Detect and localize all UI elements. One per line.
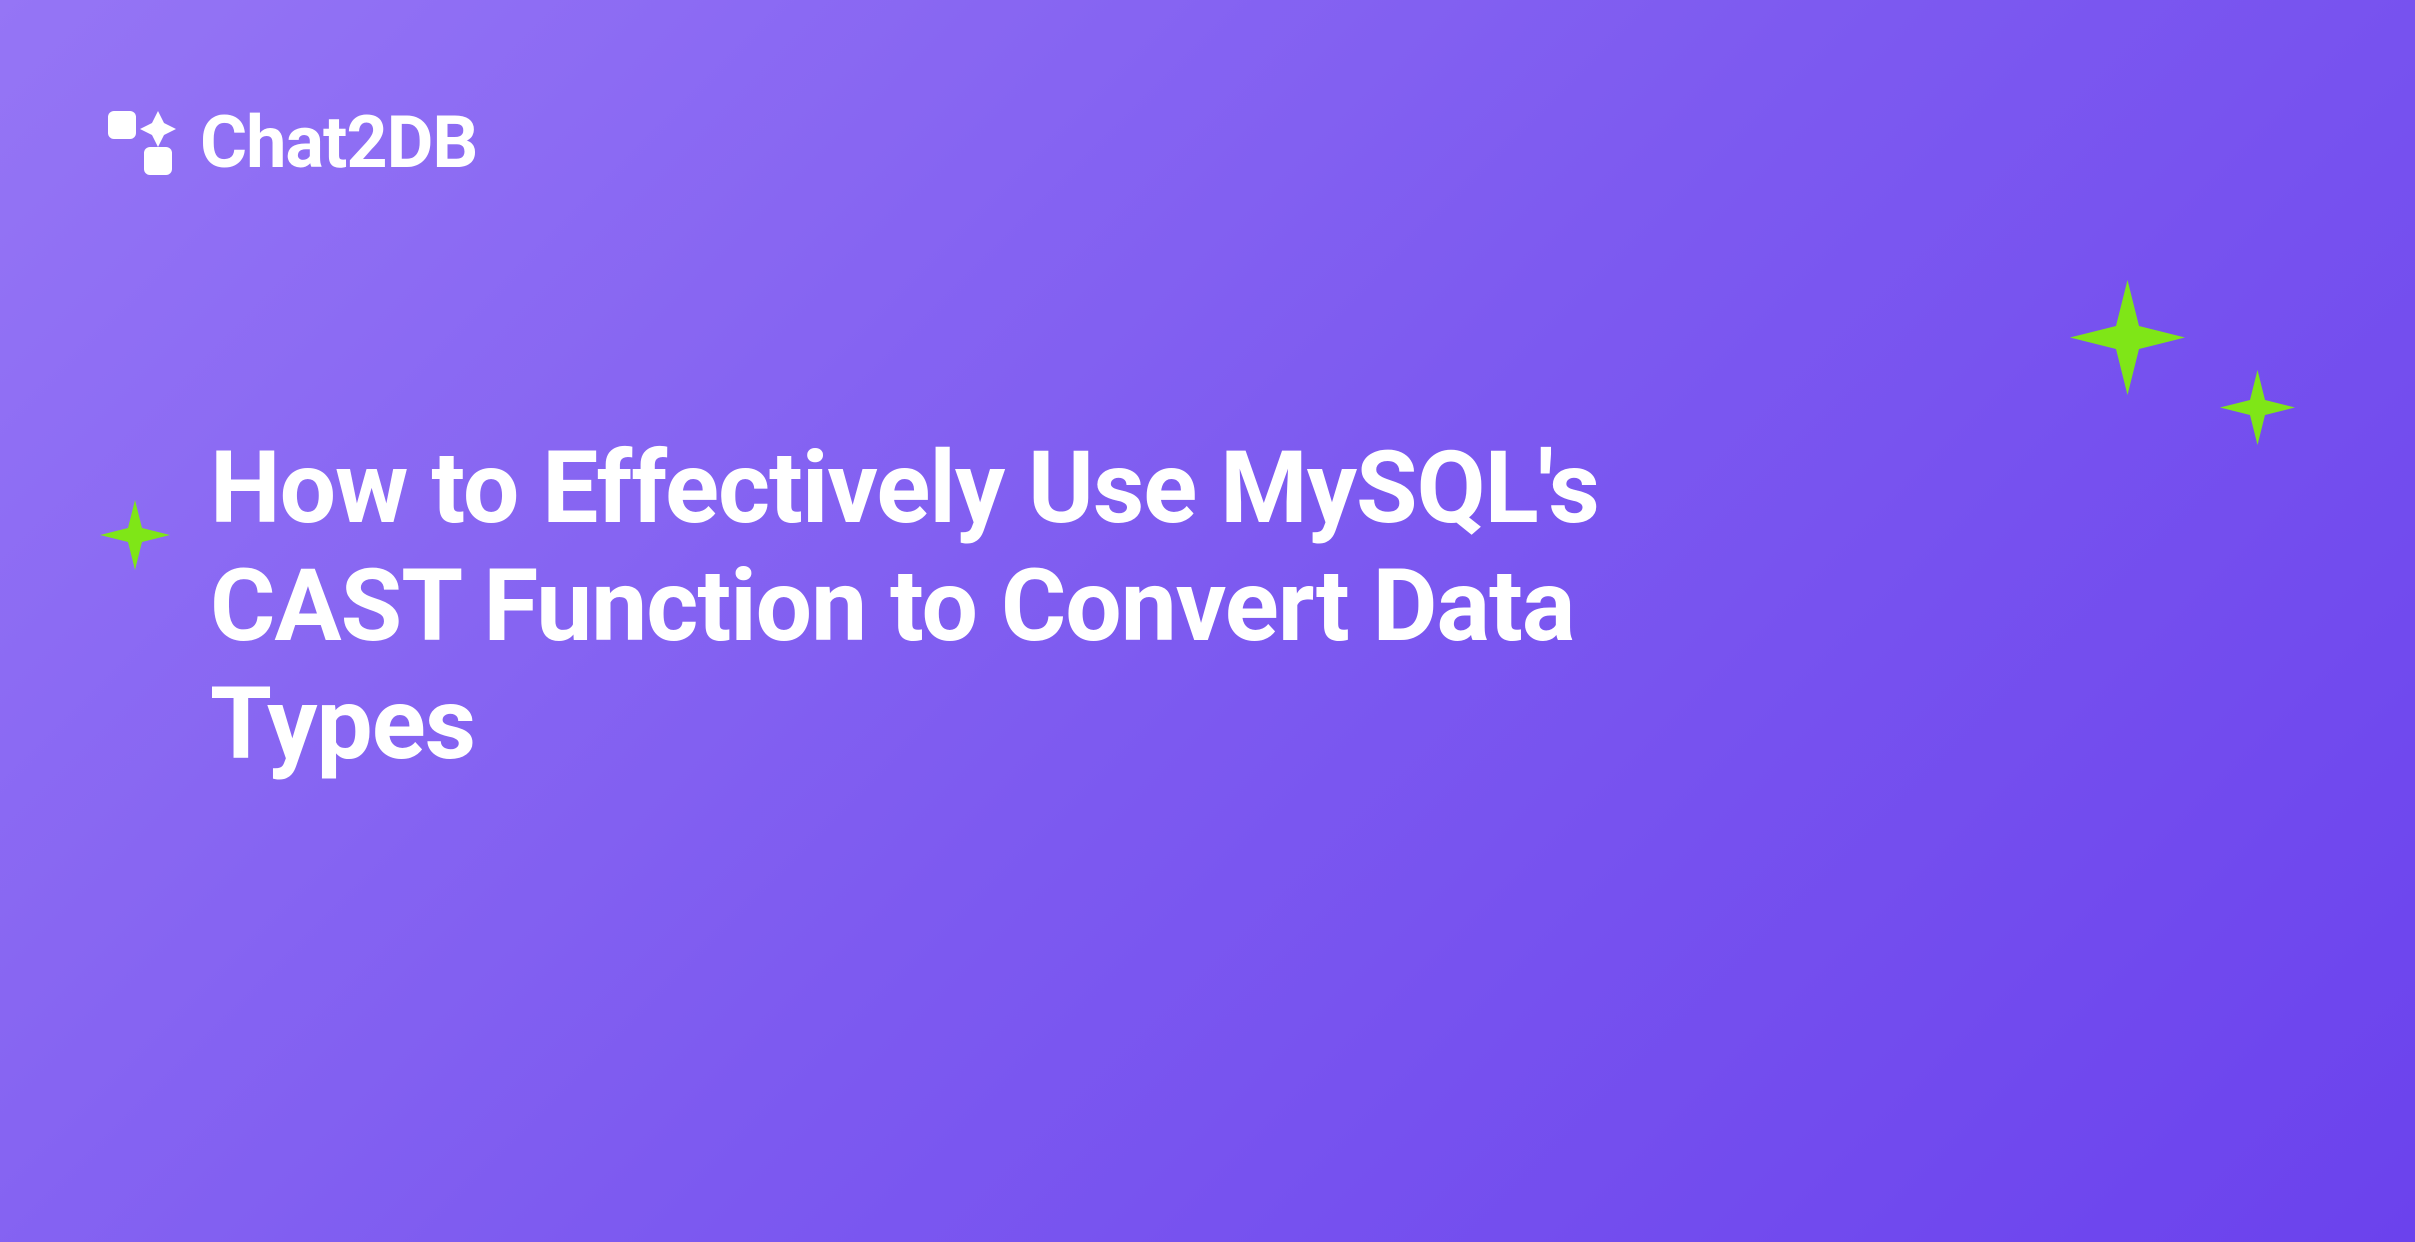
sparkle-icon xyxy=(2220,370,2295,445)
sparkle-icon xyxy=(2070,280,2185,395)
sparkle-icon xyxy=(100,500,170,570)
logo-icon xyxy=(100,103,180,183)
logo-container: Chat2DB xyxy=(100,100,477,185)
page-title: How to Effectively Use MySQL's CAST Func… xyxy=(210,430,1810,784)
logo-text: Chat2DB xyxy=(200,100,477,185)
